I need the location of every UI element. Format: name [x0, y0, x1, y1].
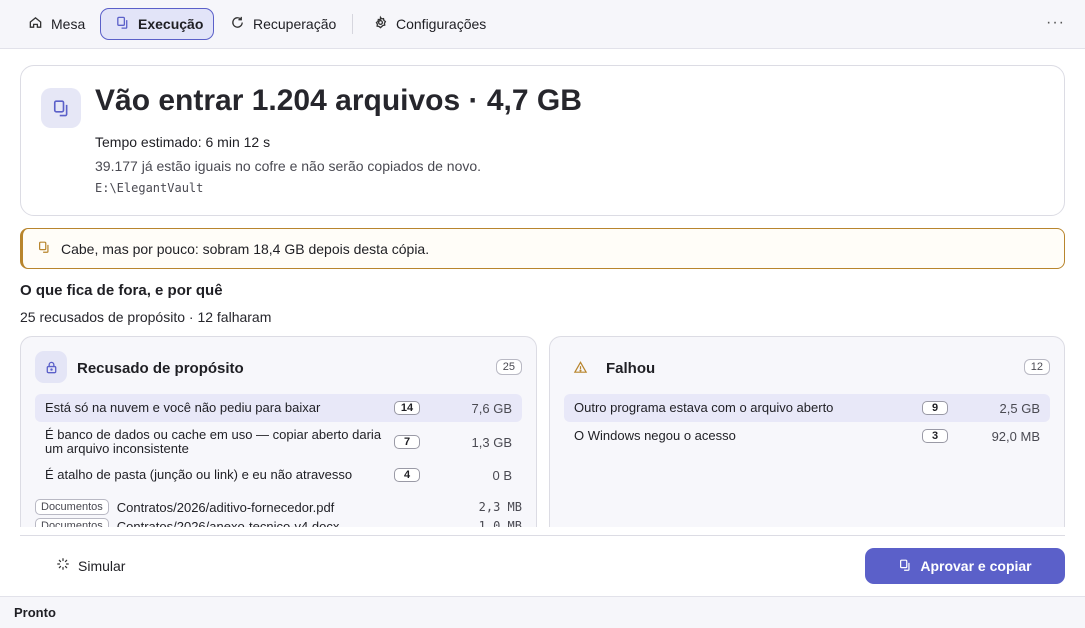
row-label: É banco de dados ou cache em uso — copia…: [45, 427, 382, 456]
spinner-icon: [56, 557, 70, 574]
row-count-badge: 7: [394, 435, 420, 449]
summary-title: Vão entrar 1.204 arquivos · 4,7 GB: [95, 84, 582, 117]
row-label: O Windows negou o acesso: [574, 428, 736, 443]
row-label: É atalho de pasta (junção ou link) e eu …: [45, 467, 353, 482]
copy-icon: [37, 240, 51, 257]
tab-recuperacao[interactable]: Recuperação: [216, 8, 350, 40]
row-label: Está só na nuvem e você não pediu para b…: [45, 400, 321, 415]
refused-row-junction[interactable]: É atalho de pasta (junção ou link) e eu …: [35, 461, 522, 489]
footer-divider: [20, 535, 1065, 536]
row-size: 7,6 GB: [471, 400, 512, 416]
space-warning: Cabe, mas por pouco: sobram 18,4 GB depo…: [20, 228, 1065, 269]
refused-row-database[interactable]: É banco de dados ou cache em uso — copia…: [35, 426, 522, 458]
copy-icon: [41, 88, 81, 128]
status-bar: Pronto: [0, 596, 1085, 628]
failed-title: Falhou: [606, 360, 656, 377]
folder-tag: Documentos: [35, 499, 109, 515]
refused-count-badge: 25: [495, 359, 522, 375]
approve-label: Aprovar e copiar: [920, 558, 1032, 574]
space-warning-text: Cabe, mas por pouco: sobram 18,4 GB depo…: [61, 240, 430, 257]
estimated-time: Tempo estimado: 6 min 12 s: [95, 134, 271, 150]
top-nav-bar: Mesa Execução Recuperação Configurações …: [0, 0, 1085, 49]
refused-row-cloud[interactable]: Está só na nuvem e você não pediu para b…: [35, 394, 522, 422]
tab-mesa-label: Mesa: [51, 16, 86, 32]
simulate-label: Simular: [78, 557, 126, 574]
refused-title: Recusado de propósito: [77, 360, 244, 377]
file-item[interactable]: Documentos Contratos/2026/anexo-tecnico-…: [35, 518, 522, 527]
gear-icon: [373, 15, 388, 33]
tab-recuperacao-label: Recuperação: [253, 16, 337, 32]
refused-panel: Recusado de propósito 25 Está só na nuve…: [20, 336, 537, 527]
row-size: 2,5 GB: [999, 400, 1040, 416]
nav-divider: [352, 14, 353, 34]
folder-tag: Documentos: [35, 518, 109, 527]
copy-icon: [898, 558, 912, 575]
approve-copy-button[interactable]: Aprovar e copiar: [865, 548, 1065, 584]
row-count-badge: 14: [394, 401, 420, 415]
vault-path: E:\ElegantVault: [95, 181, 204, 195]
row-size: 1,3 GB: [471, 434, 512, 450]
summary-card: Vão entrar 1.204 arquivos · 4,7 GB Tempo…: [20, 65, 1065, 216]
refresh-icon: [230, 15, 245, 33]
status-text: Pronto: [14, 605, 56, 620]
tab-configuracoes[interactable]: Configurações: [359, 8, 500, 40]
file-size: 1,0 MB: [478, 519, 522, 527]
row-count-badge: 9: [922, 401, 948, 415]
copy-icon: [115, 15, 130, 33]
tab-mesa[interactable]: Mesa: [14, 8, 99, 40]
tab-execucao-label: Execução: [138, 16, 204, 32]
failed-row-access-denied[interactable]: O Windows negou o acesso 3 92,0 MB: [564, 422, 1050, 450]
row-count-badge: 3: [922, 429, 948, 443]
row-size: 92,0 MB: [991, 428, 1040, 444]
section-title: O que fica de fora, e por quê: [20, 282, 223, 299]
tab-configuracoes-label: Configurações: [396, 16, 487, 32]
failed-count-badge: 12: [1023, 359, 1050, 375]
section-subtitle: 25 recusados de propósito · 12 falharam: [20, 309, 272, 325]
row-size: 0 B: [492, 467, 512, 483]
already-equal-note: 39.177 já estão iguais no cofre e não se…: [95, 158, 482, 174]
warning-icon: [564, 351, 596, 383]
more-options-button[interactable]: ···: [1046, 14, 1065, 32]
simulate-button[interactable]: Simular: [56, 557, 125, 574]
file-size: 2,3 MB: [478, 500, 522, 514]
file-name: Contratos/2026/aditivo-fornecedor.pdf: [116, 499, 335, 515]
file-item[interactable]: Documentos Contratos/2026/aditivo-fornec…: [35, 499, 522, 515]
lock-icon: [35, 351, 67, 383]
failed-row-open-file[interactable]: Outro programa estava com o arquivo aber…: [564, 394, 1050, 422]
row-label: Outro programa estava com o arquivo aber…: [574, 400, 834, 415]
row-count-badge: 4: [394, 468, 420, 482]
failed-panel: Falhou 12 Outro programa estava com o ar…: [549, 336, 1065, 527]
tab-execucao[interactable]: Execução: [100, 8, 214, 40]
home-icon: [28, 15, 43, 33]
file-name: Contratos/2026/anexo-tecnico-v4.docx: [116, 518, 340, 528]
